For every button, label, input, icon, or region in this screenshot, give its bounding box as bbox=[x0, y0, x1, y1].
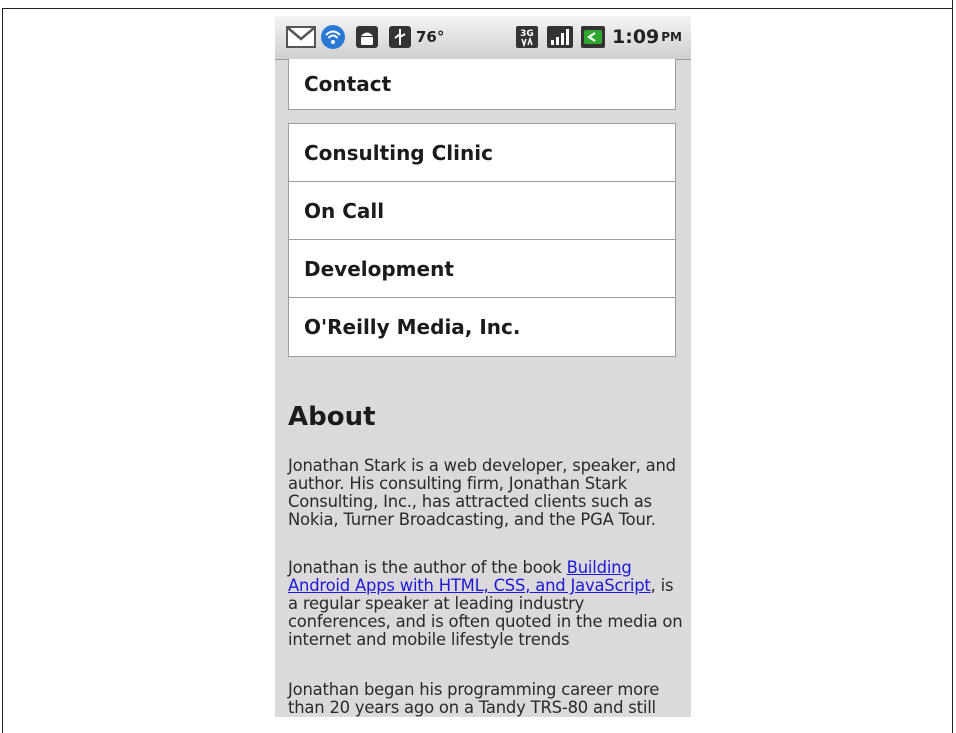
clock-ampm: PM bbox=[661, 30, 683, 44]
clock: 1:09 PM bbox=[612, 24, 682, 50]
usb-icon bbox=[387, 24, 413, 50]
contact-card: Contact bbox=[288, 59, 676, 110]
android-debug-icon bbox=[353, 24, 381, 50]
signal-icon bbox=[545, 24, 575, 50]
3g-icon: 3G bbox=[513, 24, 541, 50]
about-paragraph-1: Jonathan Stark is a web developer, speak… bbox=[288, 456, 676, 529]
svg-text:3G: 3G bbox=[520, 29, 534, 39]
paragraph-2-text-before: Jonathan is the author of the book bbox=[288, 558, 567, 577]
menu-item-contact[interactable]: Contact bbox=[289, 59, 675, 109]
menu-item-consulting-clinic[interactable]: Consulting Clinic bbox=[289, 124, 675, 182]
menu-item-oreilly-media[interactable]: O'Reilly Media, Inc. bbox=[289, 298, 675, 356]
phone-screen: 76° 3G 1:09 PM Contact Consulting Clinic… bbox=[275, 16, 691, 717]
frame-right-border bbox=[952, 0, 953, 733]
frame-left-border bbox=[2, 8, 3, 733]
wifi-icon bbox=[319, 24, 347, 50]
services-menu: Consulting Clinic On Call Development O'… bbox=[288, 123, 676, 357]
menu-item-on-call[interactable]: On Call bbox=[289, 182, 675, 240]
battery-icon bbox=[579, 24, 607, 50]
about-paragraph-2: Jonathan is the author of the book Build… bbox=[288, 559, 688, 649]
gmail-icon bbox=[285, 24, 317, 50]
menu-item-development[interactable]: Development bbox=[289, 240, 675, 298]
about-heading: About bbox=[288, 402, 376, 432]
about-paragraph-3: Jonathan began his programming career mo… bbox=[288, 680, 660, 717]
temperature-indicator: 76° bbox=[416, 28, 445, 46]
clock-time: 1:09 bbox=[612, 26, 660, 48]
frame-top-border bbox=[2, 8, 953, 9]
status-bar: 76° 3G 1:09 PM bbox=[275, 16, 691, 60]
